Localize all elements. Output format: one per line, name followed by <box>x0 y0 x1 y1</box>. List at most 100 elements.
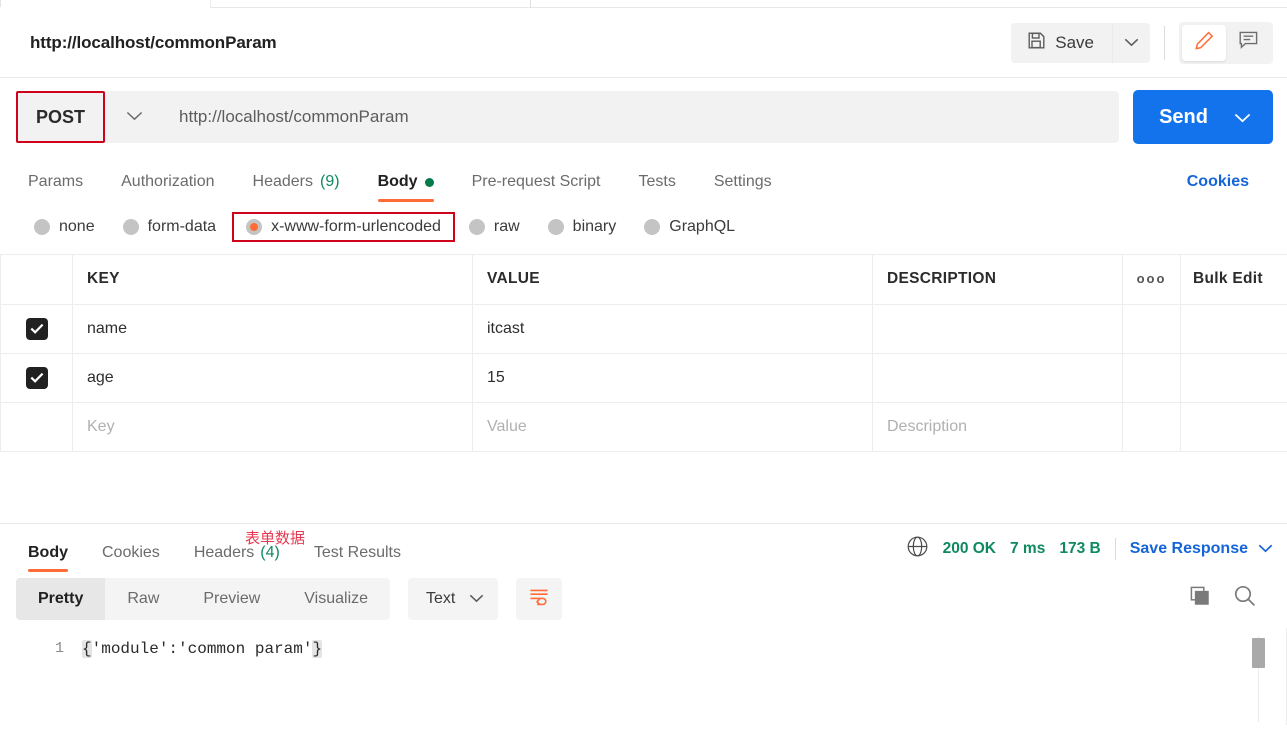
response-format-select[interactable]: Text <box>408 577 499 620</box>
row-value-input[interactable]: itcast <box>472 304 873 354</box>
new-row-options-cell[interactable] <box>1122 402 1181 452</box>
tab-edge-right <box>530 0 531 8</box>
response-meta: 200 OK 7 ms 173 B Save Response <box>906 535 1273 572</box>
request-tabs: Params Authorization Headers (9) Body Pr… <box>0 156 1287 202</box>
cookies-link[interactable]: Cookies <box>1187 173 1271 202</box>
table-row-empty: Key Value Description <box>0 402 1287 452</box>
save-response-button[interactable]: Save Response <box>1130 540 1273 558</box>
tab-headers-count: (9) <box>320 173 340 190</box>
active-tab-underline <box>0 7 210 8</box>
body-type-raw-label: raw <box>493 218 520 235</box>
row-spacer-cell <box>1180 304 1287 354</box>
body-type-form-data[interactable]: form-data <box>109 214 230 240</box>
copy-icon[interactable] <box>1189 585 1211 612</box>
tab-pre-request-script[interactable]: Pre-request Script <box>453 173 620 202</box>
response-size: 173 B <box>1059 539 1101 557</box>
row-key-input[interactable]: age <box>72 353 473 403</box>
meta-divider <box>1114 537 1116 560</box>
new-row-spacer-cell <box>1180 402 1287 452</box>
tab-body[interactable]: Body <box>359 173 453 202</box>
table-row: name itcast <box>0 304 1287 354</box>
body-type-binary[interactable]: binary <box>534 214 631 240</box>
tab-params-label: Params <box>28 173 84 190</box>
row-checkbox-cell <box>0 353 73 403</box>
response-tab-cookies-label: Cookies <box>102 543 160 561</box>
row-description-input[interactable] <box>872 304 1123 354</box>
save-button[interactable]: Save <box>1011 22 1112 63</box>
params-table-wrapper: 表单数据 KEY VALUE DESCRIPTION ooo Bulk Edit <box>0 255 1287 547</box>
new-row-key-input[interactable]: Key <box>72 402 473 452</box>
body-type-raw[interactable]: raw <box>455 214 534 240</box>
tab-params[interactable]: Params <box>16 173 102 202</box>
viewer-action-icons <box>1189 584 1273 613</box>
row-value-input[interactable]: 15 <box>472 353 873 403</box>
method-selector[interactable]: POST <box>16 91 164 143</box>
comments-button[interactable] <box>1226 25 1270 61</box>
tab-authorization[interactable]: Authorization <box>102 173 233 202</box>
body-type-form-data-label: form-data <box>147 218 217 235</box>
request-title-bar: http://localhost/commonParam Save <box>0 8 1287 78</box>
url-bar: POST Send <box>0 78 1287 156</box>
method-label[interactable]: POST <box>16 91 106 143</box>
body-type-none[interactable]: none <box>20 214 109 240</box>
edit-request-button[interactable] <box>1182 24 1226 61</box>
response-tab-test-results[interactable]: Test Results <box>297 544 418 572</box>
view-mode-preview[interactable]: Preview <box>181 578 282 620</box>
code-body-text: 'module':'common param' <box>91 639 313 658</box>
params-table: KEY VALUE DESCRIPTION ooo Bulk Edit name… <box>0 255 1287 452</box>
checkbox-checked-icon[interactable] <box>25 317 48 340</box>
scrollbar-thumb[interactable] <box>1252 637 1265 668</box>
tab-edge-middle <box>210 0 211 8</box>
send-button[interactable]: Send <box>1133 90 1273 144</box>
save-options-button[interactable] <box>1112 22 1150 63</box>
response-tab-body[interactable]: Body <box>16 544 85 572</box>
radio-icon <box>468 219 485 235</box>
body-type-graphql[interactable]: GraphQL <box>630 214 749 240</box>
url-input[interactable] <box>163 91 1120 143</box>
row-description-input[interactable] <box>872 353 1123 403</box>
radio-icon <box>644 219 661 235</box>
new-row-value-input[interactable]: Value <box>472 402 873 452</box>
new-row-description-input[interactable]: Description <box>872 402 1123 452</box>
body-has-content-dot-icon <box>424 178 434 187</box>
response-tab-test-results-label: Test Results <box>313 543 401 561</box>
close-brace: } <box>312 639 323 658</box>
row-key-input[interactable]: name <box>72 304 473 354</box>
response-tab-headers[interactable]: Headers (4) <box>177 544 297 572</box>
code-line: 1 {'module':'common param'} <box>0 636 1287 662</box>
tab-tests-label: Tests <box>638 173 676 190</box>
tab-tests[interactable]: Tests <box>620 173 695 202</box>
tab-settings-label: Settings <box>713 173 772 190</box>
view-mode-visualize[interactable]: Visualize <box>282 578 390 620</box>
bulk-edit-button[interactable]: Bulk Edit <box>1180 255 1287 305</box>
search-icon[interactable] <box>1233 584 1257 613</box>
send-button-label: Send <box>1159 105 1208 128</box>
tab-headers[interactable]: Headers (9) <box>234 173 359 202</box>
tab-settings[interactable]: Settings <box>695 173 791 202</box>
radio-icon <box>122 219 139 235</box>
table-options-button[interactable]: ooo <box>1122 255 1181 305</box>
response-body-viewer[interactable]: 1 {'module':'common param'} <box>0 627 1287 725</box>
send-button-group: Send <box>1133 90 1273 144</box>
radio-icon <box>547 219 564 235</box>
word-wrap-icon <box>528 586 550 611</box>
response-time: 7 ms <box>1010 539 1046 557</box>
word-wrap-button[interactable] <box>516 577 563 620</box>
method-dropdown-toggle[interactable] <box>105 91 163 143</box>
body-type-x-www-form-urlencoded[interactable]: x-www-form-urlencoded <box>232 212 455 242</box>
chevron-down-icon <box>1258 540 1273 558</box>
view-mode-pretty[interactable]: Pretty <box>16 577 106 620</box>
view-mode-raw[interactable]: Raw <box>105 578 181 620</box>
open-brace: { <box>82 639 92 658</box>
checkbox-checked-icon[interactable] <box>25 366 48 389</box>
table-header-description: DESCRIPTION <box>872 255 1123 305</box>
row-options-cell[interactable] <box>1122 304 1181 354</box>
row-options-cell[interactable] <box>1122 353 1181 403</box>
body-type-graphql-label: GraphQL <box>669 218 736 235</box>
line-number: 1 <box>54 639 64 657</box>
row-checkbox-cell-empty <box>0 402 73 452</box>
view-mode-segmented-control: Pretty Raw Preview Visualize <box>16 577 391 620</box>
response-tab-cookies[interactable]: Cookies <box>85 544 177 572</box>
chevron-down-icon <box>1124 34 1139 52</box>
tab-pre-request-script-label: Pre-request Script <box>471 173 601 190</box>
